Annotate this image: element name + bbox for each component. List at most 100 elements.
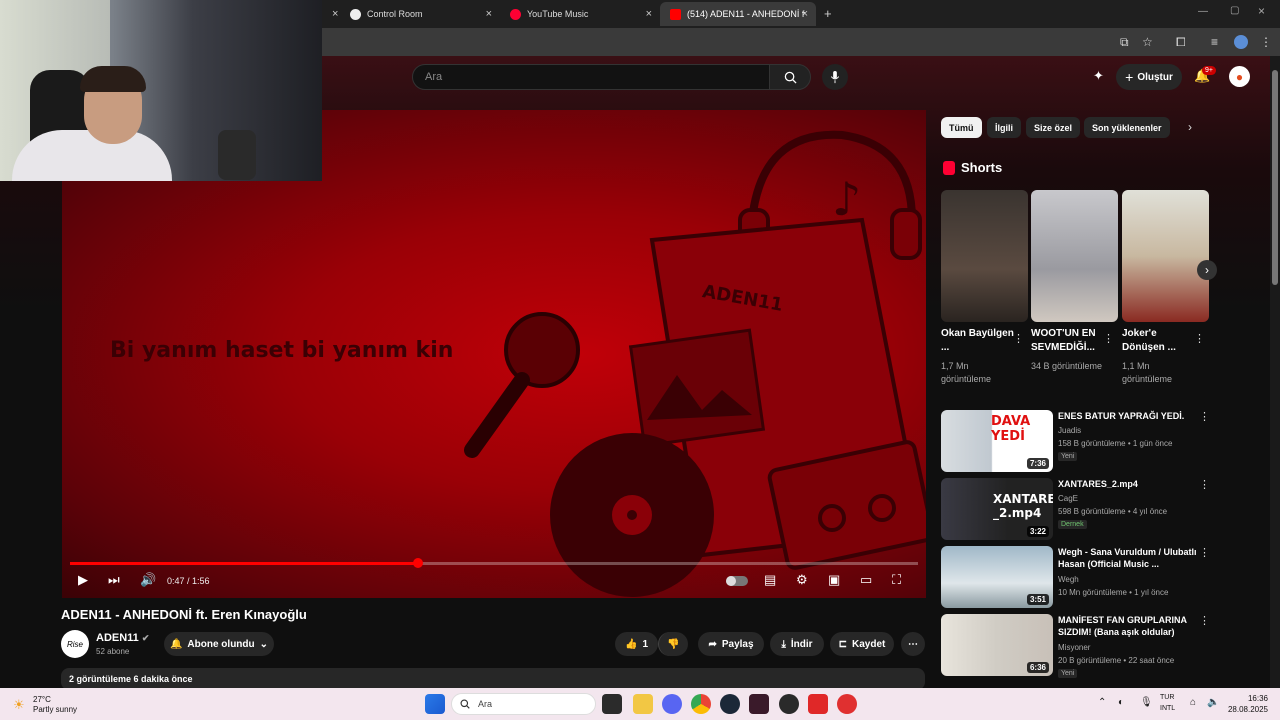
download-button[interactable]: ⤓ İndir	[770, 632, 824, 656]
video-player[interactable]: ♪ ADEN11 Bi yanım haset bi yanım kin ▶ ⏭…	[62, 110, 926, 598]
short-thumbnail[interactable]	[941, 190, 1028, 322]
subscribe-button[interactable]: 🔔 Abone olundu ⌄	[164, 632, 274, 656]
channel-name[interactable]: Wegh	[1058, 575, 1079, 584]
short-menu-icon[interactable]: ⋮	[1013, 332, 1024, 345]
profile-icon[interactable]	[1234, 35, 1248, 49]
next-icon[interactable]: ⏭	[108, 572, 120, 588]
extensions-icon[interactable]: ⧠	[1176, 35, 1186, 50]
short-thumbnail[interactable]	[1122, 190, 1209, 322]
windows-start-icon[interactable]	[425, 694, 445, 714]
video-title[interactable]: MANİFEST FAN GRUPLARINA SIZDIM! (Bana aş…	[1058, 614, 1198, 638]
more-actions-button[interactable]: ⋯	[901, 632, 925, 656]
short-title[interactable]: Okan Bayülgen ...	[941, 327, 1016, 355]
fullscreen-icon[interactable]: ⛶	[892, 572, 901, 588]
user-avatar[interactable]: ●	[1229, 66, 1250, 87]
short-title[interactable]: Joker'e Dönüşen ...	[1122, 327, 1197, 355]
input-language[interactable]: TUR	[1160, 694, 1174, 701]
channel-name[interactable]: ADEN11 ✔	[96, 632, 149, 644]
list-item[interactable]: 6:36 MANİFEST FAN GRUPLARINA SIZDIM! (Ba…	[941, 614, 1211, 678]
weather-description[interactable]: Partly sunny	[33, 705, 77, 714]
list-item[interactable]: DAVA YEDİ 7:36 ENES BATUR YAPRAĞI YEDİ. …	[941, 410, 1211, 472]
voice-search-button[interactable]	[822, 64, 848, 90]
video-thumbnail[interactable]: XANTARES _2.mp4 3:22	[941, 478, 1053, 540]
tray-chevron-up-icon[interactable]: ⌃	[1098, 697, 1106, 708]
chip-all[interactable]: Tümü	[941, 117, 982, 138]
app-icon-red[interactable]	[808, 694, 828, 714]
cast-icon[interactable]: ⧉	[1120, 35, 1129, 50]
obs-icon[interactable]	[779, 694, 799, 714]
channel-avatar[interactable]: Rise	[61, 630, 89, 658]
more-vertical-icon[interactable]: ⋮	[1199, 478, 1210, 491]
network-icon[interactable]: ⌂	[1190, 697, 1196, 708]
search-input[interactable]: Ara	[412, 64, 770, 90]
gemini-icon[interactable]: ✦	[1093, 68, 1104, 84]
channel-name[interactable]: Misyoner	[1058, 643, 1090, 652]
task-view-icon[interactable]	[602, 694, 622, 714]
miniplayer-icon[interactable]: ▣	[828, 572, 840, 588]
steam-icon[interactable]	[720, 694, 740, 714]
video-title[interactable]: ENES BATUR YAPRAĞI YEDİ.	[1058, 410, 1198, 422]
description-box[interactable]: 2 görüntüleme 6 dakika önce	[61, 668, 925, 690]
autoplay-toggle[interactable]	[726, 576, 748, 586]
tab-current-video[interactable]: (514) ADEN11 - ANHEDONİ ft. E ×	[660, 2, 816, 26]
save-button[interactable]: ⊏ Kaydet	[830, 632, 894, 656]
close-icon[interactable]: ×	[646, 8, 652, 20]
chip-related[interactable]: İlgili	[987, 117, 1021, 138]
short-menu-icon[interactable]: ⋮	[1103, 332, 1114, 345]
tray-app-icon[interactable]: ◐	[1118, 697, 1124, 708]
app-icon[interactable]	[749, 694, 769, 714]
like-button[interactable]: 👍 1	[615, 632, 658, 656]
short-title[interactable]: WOOT'UN EN SEVMEDİĞİ...	[1031, 327, 1106, 355]
video-title[interactable]: Wegh - Sana Vuruldum / Ulubatlı Hasan (O…	[1058, 546, 1198, 570]
discord-icon[interactable]	[662, 694, 682, 714]
more-vertical-icon[interactable]: ⋮	[1199, 410, 1210, 423]
tray-mic-icon[interactable]: 🎙	[1140, 697, 1153, 708]
create-button[interactable]: + Oluştur	[1116, 64, 1182, 90]
bookmark-star-icon[interactable]: ☆	[1142, 35, 1153, 49]
channel-name[interactable]: Juadis	[1058, 426, 1081, 435]
chip-for-you[interactable]: Size özel	[1026, 117, 1081, 138]
video-thumbnail[interactable]: 6:36	[941, 614, 1053, 676]
settings-gear-icon[interactable]: ⚙	[796, 572, 808, 588]
clock-time[interactable]: 16:36	[1228, 694, 1268, 703]
weather-sun-icon[interactable]: ☀	[13, 697, 25, 713]
shorts-next-button[interactable]: ›	[1197, 260, 1217, 280]
short-menu-icon[interactable]: ⋮	[1194, 332, 1205, 345]
theater-mode-icon[interactable]: ▭	[860, 572, 872, 588]
weather-temperature[interactable]: 27°C	[33, 695, 51, 704]
clock-date[interactable]: 28.08.2025	[1222, 705, 1268, 714]
close-icon[interactable]: ×	[802, 8, 808, 20]
video-thumbnail[interactable]: 3:51	[941, 546, 1053, 608]
close-icon[interactable]: ×	[486, 8, 492, 20]
tab-youtube-music[interactable]: YouTube Music ×	[500, 2, 660, 26]
speaker-icon[interactable]: 🔈	[1207, 697, 1219, 708]
search-button[interactable]	[769, 64, 811, 90]
tab-control-room[interactable]: Control Room ×	[340, 2, 500, 26]
media-icon[interactable]: ≡	[1211, 35, 1218, 49]
dislike-button[interactable]: 👎	[658, 632, 688, 656]
play-icon[interactable]: ▶	[78, 572, 88, 588]
list-item[interactable]: 3:51 Wegh - Sana Vuruldum / Ulubatlı Has…	[941, 546, 1211, 608]
more-vertical-icon[interactable]: ⋮	[1199, 546, 1210, 559]
browser-menu-icon[interactable]: ⋮	[1260, 35, 1272, 49]
share-button[interactable]: ➦ Paylaş	[698, 632, 764, 656]
input-layout[interactable]: INTL	[1160, 705, 1175, 712]
channel-name[interactable]: CagE	[1058, 494, 1078, 503]
chevron-right-icon[interactable]: ›	[1188, 120, 1192, 134]
chrome-icon[interactable]	[691, 694, 711, 714]
minimize-icon[interactable]: —	[1198, 6, 1208, 17]
progress-bar[interactable]	[70, 558, 918, 568]
app-icon-recorder[interactable]	[837, 694, 857, 714]
taskbar-search[interactable]: Ara	[451, 693, 596, 715]
progress-scrubber[interactable]	[412, 558, 423, 568]
subtitles-icon[interactable]: ▤	[764, 572, 776, 588]
window-close-icon[interactable]: ×	[1258, 4, 1265, 18]
more-vertical-icon[interactable]: ⋮	[1199, 614, 1210, 627]
file-explorer-icon[interactable]	[633, 694, 653, 714]
video-title[interactable]: XANTARES_2.mp4	[1058, 478, 1198, 490]
tab-close-previous[interactable]: ×	[322, 2, 342, 26]
scrollbar-thumb[interactable]	[1272, 70, 1278, 285]
maximize-icon[interactable]: ▢	[1230, 5, 1239, 16]
video-thumbnail[interactable]: DAVA YEDİ 7:36	[941, 410, 1053, 472]
new-tab-button[interactable]: +	[824, 6, 832, 21]
